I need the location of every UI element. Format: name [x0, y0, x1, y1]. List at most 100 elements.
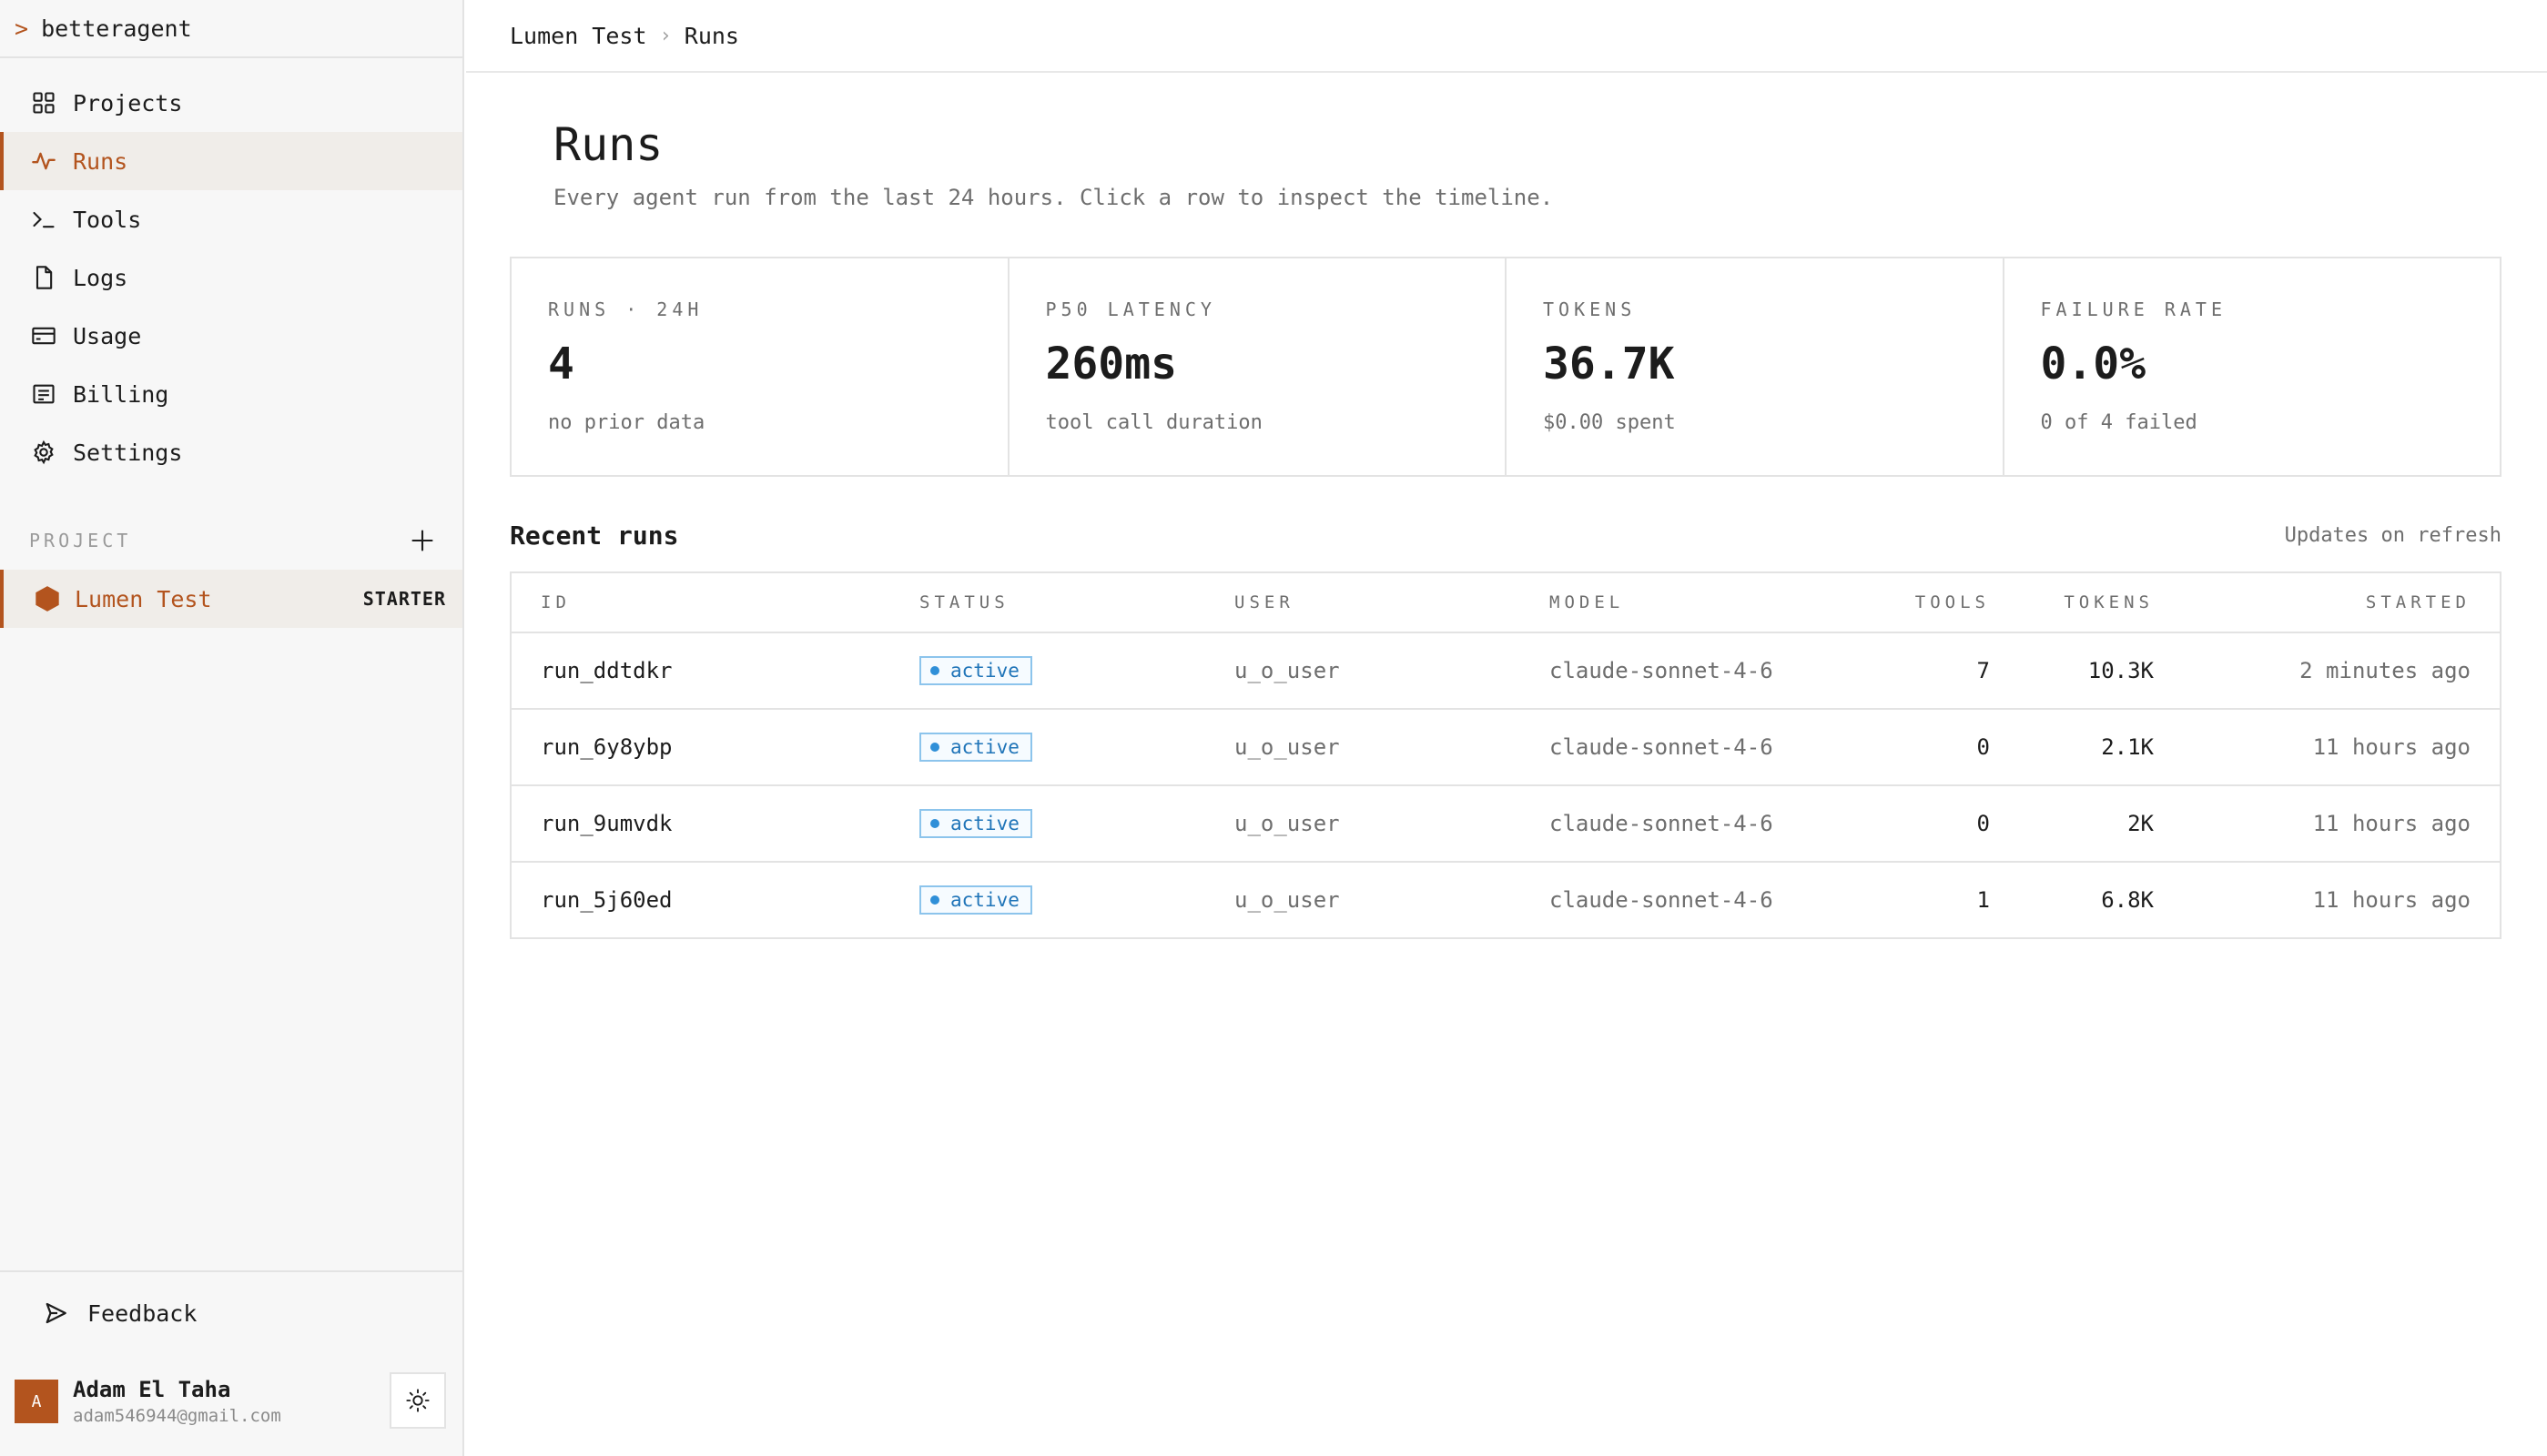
stat-label: TOKENS [1543, 298, 1637, 320]
column-header-model[interactable]: MODEL [1549, 573, 1624, 632]
update-note: Updates on refresh [2284, 524, 2501, 547]
sidebar-item-settings[interactable]: Settings [0, 423, 462, 481]
sidebar-item-billing[interactable]: Billing [0, 365, 462, 423]
card-icon [31, 323, 56, 349]
column-header-started[interactable]: STARTED [2366, 573, 2471, 632]
status-text: active [950, 813, 1020, 834]
plus-icon [411, 530, 433, 551]
sidebar-nav: Projects Runs Tools Logs Usage Billing S… [0, 74, 462, 481]
stat-latency: P50 LATENCY 260ms tool call duration [1010, 258, 1507, 475]
run-user: u_o_user [1234, 887, 1340, 913]
status-badge: active [919, 885, 1032, 915]
run-tools: 0 [1976, 734, 1990, 760]
status-cell: active [919, 786, 1032, 861]
run-tokens: 6.8K [2101, 887, 2154, 913]
run-model: claude-sonnet-4-6 [1549, 811, 1773, 836]
plan-badge: STARTER [362, 588, 446, 610]
run-started: 11 hours ago [2312, 734, 2471, 760]
file-icon [31, 265, 56, 290]
stat-subtext: tool call duration [1045, 411, 1263, 434]
run-id: run_ddtdkr [541, 658, 673, 683]
sidebar-footer: Feedback A Adam El Taha adam546944@gmail… [0, 1270, 462, 1429]
run-tokens: 10.3K [2087, 658, 2154, 683]
run-started: 2 minutes ago [2299, 658, 2471, 683]
run-model: claude-sonnet-4-6 [1549, 734, 1773, 760]
status-cell: active [919, 633, 1032, 708]
recent-runs-header: Recent runs Updates on refresh [510, 521, 2501, 551]
status-dot-icon [930, 895, 939, 905]
column-header-tools[interactable]: TOOLS [1915, 573, 1990, 632]
run-id: run_9umvdk [541, 811, 673, 836]
sidebar-item-tools[interactable]: Tools [0, 190, 462, 248]
breadcrumb-project[interactable]: Lumen Test [510, 23, 647, 49]
stat-runs: RUNS · 24H 4 no prior data [512, 258, 1010, 475]
stat-failure-rate: FAILURE RATE 0.0% 0 of 4 failed [2004, 258, 2501, 475]
project-name: Lumen Test [75, 585, 212, 612]
app: > betteragent Projects Runs Tools Logs U… [0, 0, 2547, 1456]
stat-value: 0.0% [2040, 339, 2146, 389]
sidebar-item-label: Runs [73, 147, 128, 175]
user-name: Adam El Taha [73, 1377, 231, 1402]
column-header-user[interactable]: USER [1234, 573, 1294, 632]
column-header-status[interactable]: STATUS [919, 573, 1010, 632]
sun-icon [406, 1389, 430, 1412]
table-row[interactable]: run_6y8ybp active u_o_user claude-sonnet… [512, 708, 2500, 784]
feedback-button[interactable]: Feedback [44, 1299, 197, 1327]
stat-value: 4 [548, 339, 574, 389]
run-tools: 1 [1976, 887, 1990, 913]
project-item[interactable]: Lumen Test STARTER [0, 570, 462, 628]
run-model: claude-sonnet-4-6 [1549, 658, 1773, 683]
status-dot-icon [930, 819, 939, 828]
page-title: Runs [553, 118, 664, 171]
table-row[interactable]: run_ddtdkr active u_o_user claude-sonnet… [512, 632, 2500, 708]
grid-icon [31, 90, 56, 116]
stat-tokens: TOKENS 36.7K $0.00 spent [1507, 258, 2004, 475]
stat-subtext: $0.00 spent [1543, 411, 1676, 434]
sidebar-item-label: Usage [73, 322, 142, 349]
sidebar-item-logs[interactable]: Logs [0, 248, 462, 307]
project-section-header: PROJECT [29, 519, 435, 562]
column-header-id[interactable]: ID [541, 573, 571, 632]
table-row[interactable]: run_5j60ed active u_o_user claude-sonnet… [512, 861, 2500, 937]
stat-subtext: no prior data [548, 411, 705, 434]
breadcrumb: Lumen Test › Runs [466, 0, 2547, 73]
megaphone-icon [44, 1299, 71, 1327]
run-user: u_o_user [1234, 734, 1340, 760]
sidebar-item-label: Projects [73, 89, 183, 116]
stat-value: 36.7K [1543, 339, 1675, 389]
sidebar-item-runs[interactable]: Runs [0, 132, 462, 190]
run-id: run_5j60ed [541, 887, 673, 913]
run-tokens: 2.1K [2101, 734, 2154, 760]
sidebar-item-projects[interactable]: Projects [0, 74, 462, 132]
run-model: claude-sonnet-4-6 [1549, 887, 1773, 913]
status-cell: active [919, 863, 1032, 937]
brand[interactable]: > betteragent [0, 0, 462, 58]
run-user: u_o_user [1234, 658, 1340, 683]
stat-label: RUNS · 24H [548, 298, 704, 320]
terminal-icon [31, 207, 56, 232]
add-project-button[interactable] [410, 528, 435, 553]
sidebar-item-label: Tools [73, 206, 142, 233]
column-header-tokens[interactable]: TOKENS [2064, 573, 2154, 632]
user-profile[interactable]: A Adam El Taha adam546944@gmail.com [15, 1372, 446, 1431]
status-badge: active [919, 733, 1032, 762]
status-text: active [950, 736, 1020, 758]
run-started: 11 hours ago [2312, 811, 2471, 836]
stat-subtext: 0 of 4 failed [2040, 411, 2197, 434]
run-tools: 0 [1976, 811, 1990, 836]
feedback-label: Feedback [87, 1299, 198, 1327]
gear-icon [31, 440, 56, 465]
sidebar-item-usage[interactable]: Usage [0, 307, 462, 365]
main-content: Lumen Test › Runs Runs Every agent run f… [466, 0, 2547, 1456]
sidebar: > betteragent Projects Runs Tools Logs U… [0, 0, 464, 1456]
sidebar-item-label: Billing [73, 380, 169, 408]
hexagon-icon [36, 586, 59, 612]
theme-toggle-button[interactable] [390, 1372, 446, 1429]
page-subtitle: Every agent run from the last 24 hours. … [553, 185, 1554, 210]
table-row[interactable]: run_9umvdk active u_o_user claude-sonnet… [512, 784, 2500, 861]
avatar: A [15, 1380, 58, 1423]
stats-panel: RUNS · 24H 4 no prior data P50 LATENCY 2… [510, 257, 2501, 477]
brand-name: betteragent [41, 15, 192, 42]
run-tools: 7 [1976, 658, 1990, 683]
run-user: u_o_user [1234, 811, 1340, 836]
